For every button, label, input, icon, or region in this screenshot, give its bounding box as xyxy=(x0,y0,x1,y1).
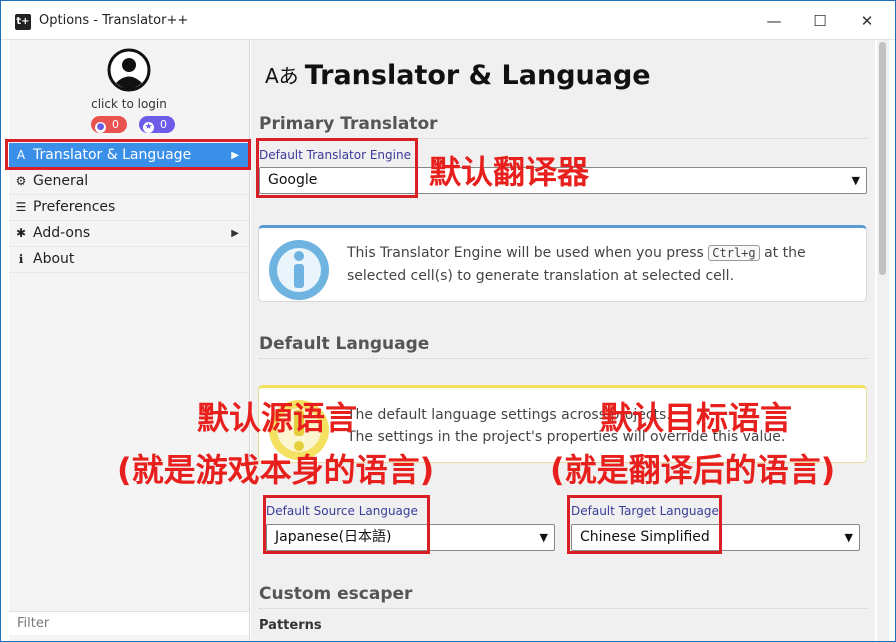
scrollbar-thumb[interactable] xyxy=(879,42,886,275)
nav-item-preferences[interactable]: ☰ Preferences xyxy=(9,195,249,221)
patterns-label: Patterns xyxy=(259,618,322,633)
purple-badge[interactable]: ★ 0 xyxy=(139,116,175,133)
purple-badge-count: 0 xyxy=(160,118,167,131)
section-custom-escaper: Custom escaper xyxy=(259,584,413,604)
page-title: Aあ Translator & Language xyxy=(265,60,651,91)
section-primary-translator: Primary Translator xyxy=(259,114,438,134)
info-icon xyxy=(269,240,329,300)
chevron-down-icon: ▼ xyxy=(851,174,860,187)
record-icon: ● xyxy=(95,122,106,133)
engine-info-text: This Translator Engine will be used when… xyxy=(347,245,806,284)
annotation-box-engine xyxy=(256,138,418,198)
window-title: Options - Translator++ xyxy=(39,13,189,28)
section-divider xyxy=(259,358,867,359)
user-avatar-icon[interactable] xyxy=(107,48,151,92)
gear-icon: ⚙ xyxy=(15,174,27,188)
sidebar: click to login ● 0 ★ 0 Aあ Translator & Lan… xyxy=(9,40,250,641)
maximize-button[interactable]: ☐ xyxy=(800,7,840,35)
nav-item-general[interactable]: ⚙ General xyxy=(9,169,249,195)
minimize-button[interactable]: — xyxy=(754,7,794,35)
annotation-box-target xyxy=(567,495,722,554)
nav-item-label: Preferences xyxy=(33,199,116,215)
title-bar: t+ Options - Translator++ — ☐ ✕ xyxy=(1,1,895,40)
annotation-box-source xyxy=(263,495,430,554)
scrollbar[interactable] xyxy=(877,40,889,641)
engine-info-box: This Translator Engine will be used when… xyxy=(258,225,867,302)
translate-icon: Aあ xyxy=(265,64,299,88)
sliders-icon: ☰ xyxy=(15,200,27,214)
red-badge[interactable]: ● 0 xyxy=(91,116,127,133)
nav-item-add-ons[interactable]: ✱ Add-ons ▶ xyxy=(9,221,249,247)
annotation-engine: 默认翻译器 xyxy=(429,153,590,191)
nav-item-label: General xyxy=(33,173,89,189)
annotation-target-line2: (就是翻译后的语言) xyxy=(550,451,836,489)
login-link[interactable]: click to login xyxy=(9,97,249,111)
shortcut-key: Ctrl+g xyxy=(708,245,760,261)
app-icon: t+ xyxy=(15,14,31,30)
info-icon: ℹ xyxy=(18,252,24,266)
section-default-language: Default Language xyxy=(259,334,430,354)
annotation-box-nav xyxy=(5,139,251,170)
chevron-right-icon: ▶ xyxy=(231,228,239,239)
options-window: t+ Options - Translator++ — ☐ ✕ click to… xyxy=(0,0,896,642)
nav-item-about[interactable]: ℹ About xyxy=(9,247,249,273)
nav-item-label: About xyxy=(33,251,75,267)
filter-input[interactable]: Filter xyxy=(9,611,249,635)
annotation-target-line1: 默认目标语言 xyxy=(600,399,793,437)
puzzle-icon: ✱ xyxy=(15,226,27,240)
star-icon: ★ xyxy=(143,122,154,133)
nav-item-label: Add-ons xyxy=(33,225,91,241)
annotation-source-line2: (就是游戏本身的语言) xyxy=(117,451,435,489)
close-button[interactable]: ✕ xyxy=(847,7,887,35)
annotation-source-line1: 默认源语言 xyxy=(197,399,358,437)
red-badge-count: 0 xyxy=(112,118,119,131)
section-divider xyxy=(259,608,867,609)
chevron-down-icon: ▼ xyxy=(844,531,853,544)
page-title-text: Translator & Language xyxy=(304,60,651,91)
chevron-down-icon: ▼ xyxy=(539,531,548,544)
